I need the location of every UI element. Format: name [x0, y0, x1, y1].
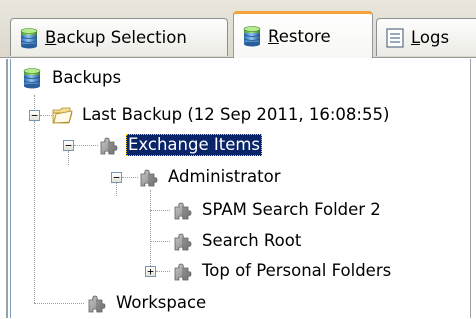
collapse-toggle[interactable]: −: [111, 172, 122, 183]
tree-node-label: Search Root: [202, 231, 302, 250]
tree-line: [34, 303, 84, 304]
database-icon: [19, 27, 39, 49]
log-document-icon: [385, 27, 405, 49]
tree-line: [40, 115, 52, 116]
tree-node-exchange-items[interactable]: Exchange Items: [98, 132, 263, 158]
tab-label: Restore: [268, 26, 331, 46]
tree-line: [34, 95, 35, 109]
tab-logs[interactable]: Logs: [376, 18, 476, 56]
tree-border: [10, 59, 11, 318]
expand-toggle[interactable]: +: [145, 266, 156, 277]
database-icon: [22, 67, 42, 89]
puzzle-icon: [98, 135, 118, 155]
tree-node-label: Last Backup (12 Sep 2011, 16:08:55): [82, 105, 390, 124]
tree-node-label: Backups: [52, 68, 122, 87]
tree-line: [34, 121, 35, 303]
tree-line: [68, 151, 69, 165]
tab-label: Backup Selection: [45, 28, 187, 47]
puzzle-icon: [172, 200, 192, 220]
tree-node-label: SPAM Search Folder 2: [202, 200, 381, 219]
puzzle-icon: [172, 261, 192, 281]
folder-open-icon: [52, 105, 74, 125]
tree-node-label: Workspace: [116, 293, 207, 312]
tree-line: [116, 182, 117, 196]
collapse-toggle[interactable]: −: [63, 140, 74, 151]
tree-node-administrator[interactable]: Administrator: [138, 164, 282, 190]
tree-line: [150, 190, 151, 266]
tree-node-last-backup[interactable]: Last Backup (12 Sep 2011, 16:08:55): [52, 102, 391, 128]
tree-line: [150, 241, 170, 242]
tree-node-search-root[interactable]: Search Root: [172, 228, 303, 254]
tree-node-label: Administrator: [168, 167, 281, 186]
database-icon: [242, 25, 262, 47]
tree-node-label: Top of Personal Folders: [202, 261, 392, 280]
tree-node-top-of-personal-folders[interactable]: Top of Personal Folders: [172, 258, 393, 284]
puzzle-icon: [172, 231, 192, 251]
tree-node-spam-search-folder[interactable]: SPAM Search Folder 2: [172, 197, 383, 223]
tree-line: [74, 145, 98, 146]
tab-backup-selection[interactable]: Backup Selection: [10, 18, 228, 56]
tab-label: Logs: [411, 28, 450, 47]
puzzle-icon: [138, 167, 158, 187]
tree-node-workspace[interactable]: Workspace: [86, 290, 208, 316]
tab-restore[interactable]: Restore: [233, 11, 373, 58]
tree-line: [150, 210, 170, 211]
puzzle-icon: [86, 293, 106, 313]
tree-node-backups[interactable]: Backups: [22, 65, 123, 91]
panel-border: [6, 59, 8, 318]
tree-line: [122, 177, 138, 178]
collapse-toggle[interactable]: −: [29, 110, 40, 121]
tree-line: [156, 271, 170, 272]
tab-strip: Backup Selection Restore Logs: [0, 0, 476, 58]
tree-node-label: Exchange Items: [126, 134, 263, 156]
panel-border: [470, 59, 471, 318]
